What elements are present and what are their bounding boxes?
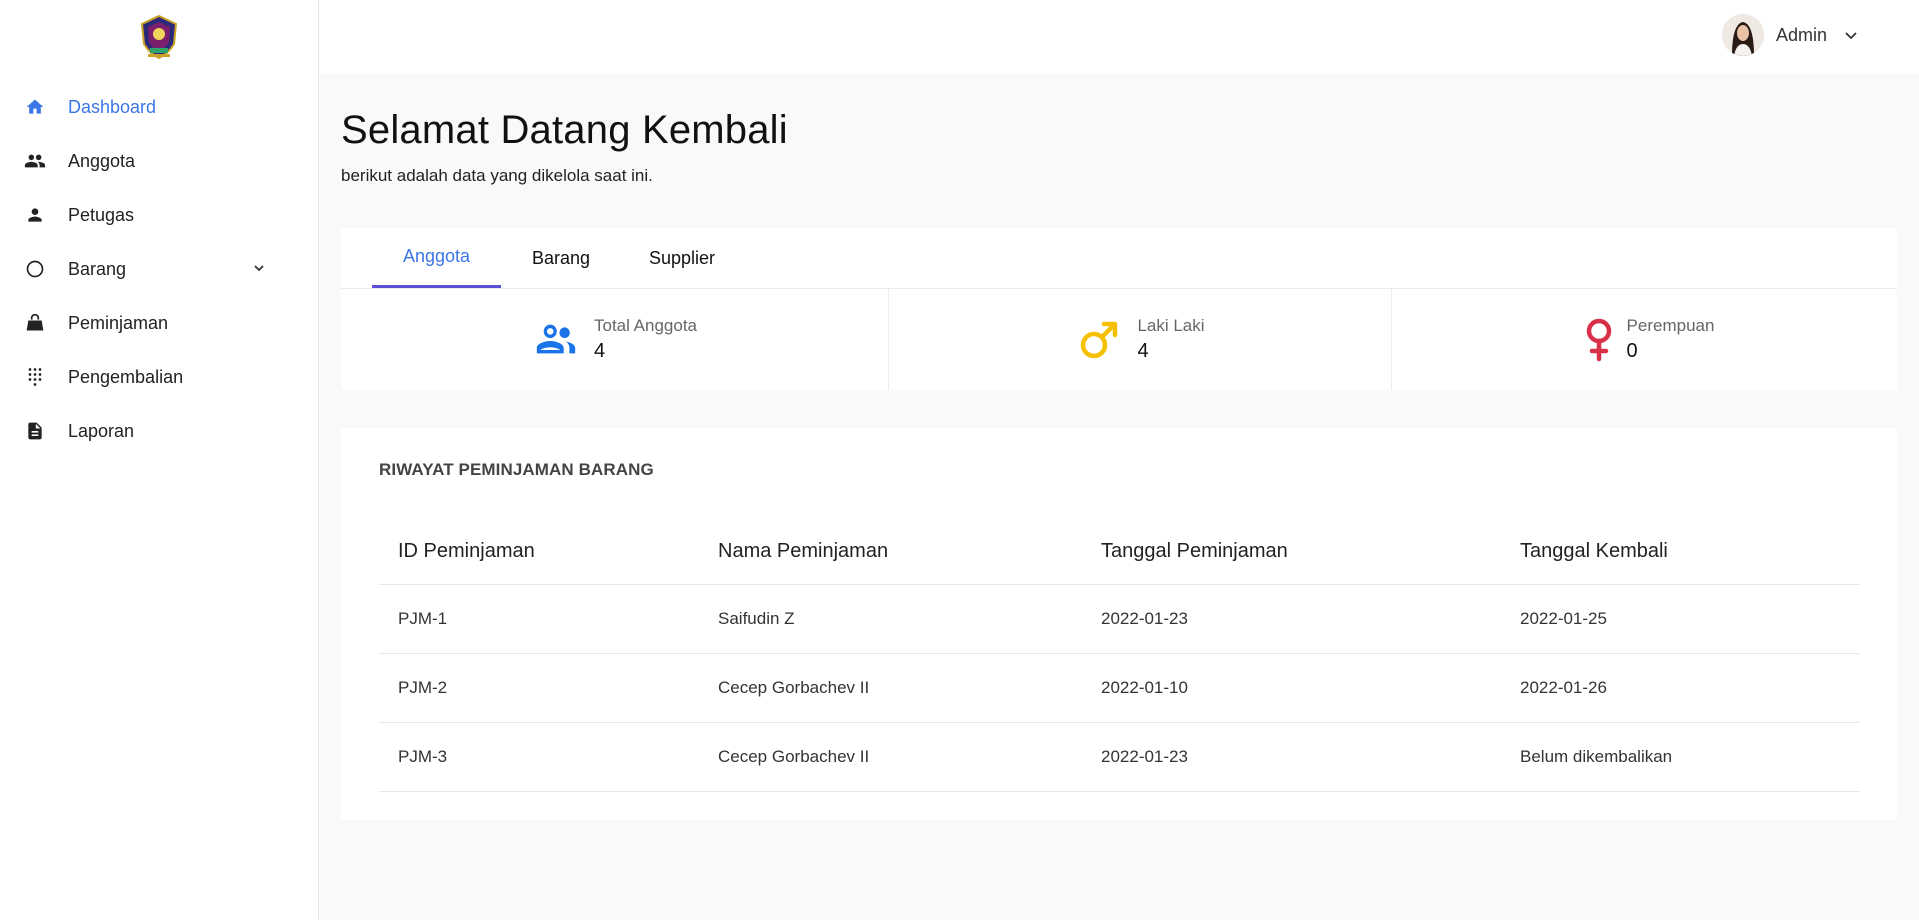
- sidebar-item-barang[interactable]: Barang: [0, 242, 318, 296]
- table-row: PJM-2 Cecep Gorbachev II 2022-01-10 2022…: [379, 653, 1860, 723]
- user-menu[interactable]: Admin: [1721, 14, 1859, 56]
- table-row: PJM-3 Cecep Gorbachev II 2022-01-23 Belu…: [379, 722, 1860, 792]
- cell-return-date: 2022-01-26: [1501, 653, 1860, 723]
- male-icon: [1075, 316, 1123, 364]
- stat-value: 0: [1626, 340, 1638, 362]
- tab-bar: Anggota Barang Supplier: [372, 228, 743, 288]
- chevron-down-icon[interactable]: [251, 260, 267, 276]
- home-icon: [24, 96, 46, 118]
- stat-text: Total Anggota 4: [594, 316, 697, 363]
- bag-icon: [24, 312, 46, 334]
- stat-label: Total Anggota: [593, 316, 698, 335]
- cell-name: Cecep Gorbachev II: [699, 722, 1082, 792]
- sidebar-item-label: Barang: [68, 258, 127, 279]
- stats-card: Anggota Barang Supplier Total Anggota 4 …: [341, 228, 1897, 390]
- sidebar: Dashboard Anggota Petugas Barang Peminja…: [0, 0, 319, 920]
- sidebar-item-label: Peminjaman: [68, 312, 169, 333]
- chevron-down-icon[interactable]: [1843, 27, 1859, 43]
- circle-icon: [24, 258, 46, 280]
- cell-loan-date: 2022-01-10: [1082, 653, 1501, 723]
- sidebar-item-anggota[interactable]: Anggota: [0, 134, 318, 188]
- table-header-row: ID Peminjaman Nama Peminjaman Tanggal Pe…: [379, 518, 1860, 585]
- column-header: ID Peminjaman: [379, 518, 699, 585]
- cell-return-date: 2022-01-25: [1501, 584, 1860, 654]
- sidebar-item-dashboard[interactable]: Dashboard: [0, 80, 318, 134]
- cell-id: PJM-3: [379, 722, 699, 792]
- cell-name: Cecep Gorbachev II: [699, 653, 1082, 723]
- stat-label: Laki Laki: [1137, 316, 1205, 335]
- loan-history-table: ID Peminjaman Nama Peminjaman Tanggal Pe…: [379, 518, 1860, 792]
- sidebar-item-label: Anggota: [68, 150, 136, 171]
- stat-value: 4: [593, 340, 606, 362]
- cell-id: PJM-1: [379, 584, 699, 654]
- dial-pad-icon: [24, 366, 46, 388]
- cell-return-date: Belum dikembalikan: [1501, 722, 1860, 792]
- user-name: Admin: [1775, 24, 1827, 45]
- sidebar-item-peminjaman[interactable]: Peminjaman: [0, 296, 318, 350]
- tab-supplier[interactable]: Supplier: [621, 228, 743, 288]
- table-title: RIWAYAT PEMINJAMAN BARANG: [379, 460, 654, 479]
- sidebar-item-petugas[interactable]: Petugas: [0, 188, 318, 242]
- person-icon: [24, 204, 46, 226]
- stat-total-anggota: Total Anggota 4: [341, 289, 889, 390]
- cell-id: PJM-2: [379, 653, 699, 723]
- column-header: Nama Peminjaman: [699, 518, 1082, 585]
- document-icon: [24, 420, 46, 442]
- sidebar-item-label: Dashboard: [68, 96, 157, 117]
- avatar[interactable]: [1721, 14, 1764, 56]
- sidebar-item-laporan[interactable]: Laporan: [0, 404, 318, 458]
- people-icon: [532, 316, 580, 364]
- stat-laki-laki: Laki Laki 4: [889, 289, 1392, 390]
- cell-loan-date: 2022-01-23: [1082, 584, 1501, 654]
- column-header: Tanggal Peminjaman: [1082, 518, 1501, 585]
- tab-barang[interactable]: Barang: [501, 228, 621, 288]
- people-icon: [24, 150, 46, 172]
- stat-label: Perempuan: [1626, 316, 1715, 335]
- stat-text: Laki Laki 4: [1137, 316, 1204, 363]
- loan-history-card: RIWAYAT PEMINJAMAN BARANG ID Peminjaman …: [341, 428, 1897, 820]
- stat-perempuan: Perempuan 0: [1392, 289, 1897, 390]
- page-subtitle: berikut adalah data yang dikelola saat i…: [341, 166, 653, 185]
- institution-crest-logo[interactable]: [138, 14, 180, 60]
- page-title: Selamat Datang Kembali: [341, 108, 788, 152]
- tab-anggota[interactable]: Anggota: [372, 228, 501, 288]
- sidebar-item-label: Laporan: [68, 420, 135, 441]
- cell-loan-date: 2022-01-23: [1082, 722, 1501, 792]
- column-header: Tanggal Kembali: [1501, 518, 1860, 585]
- stat-text: Perempuan 0: [1627, 316, 1715, 363]
- sidebar-item-pengembalian[interactable]: Pengembalian: [0, 350, 318, 404]
- female-icon: [1575, 316, 1623, 364]
- top-bar: Admin: [320, 0, 1919, 74]
- sidebar-nav: Dashboard Anggota Petugas Barang Peminja…: [0, 80, 318, 458]
- table-row: PJM-1 Saifudin Z 2022-01-23 2022-01-25: [379, 584, 1860, 654]
- cell-name: Saifudin Z: [699, 584, 1082, 654]
- sidebar-item-label: Petugas: [68, 204, 135, 225]
- stat-value: 4: [1137, 340, 1149, 362]
- sidebar-item-label: Pengembalian: [68, 366, 184, 387]
